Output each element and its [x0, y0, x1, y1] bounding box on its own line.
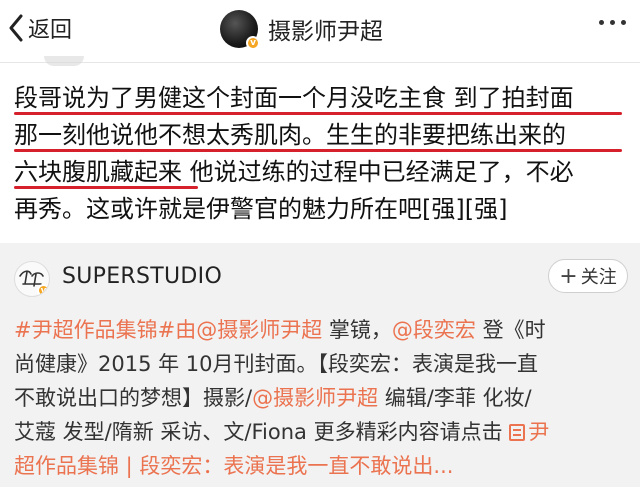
- highlight-underline: [14, 149, 622, 152]
- article-link-text: 尹: [528, 420, 550, 444]
- repost-text-span: 尚健康》2015 年 10月刊封面。【段奕宏：表演是我一直: [14, 352, 539, 376]
- post-line-text: 段哥说为了男健这个封面一个月没吃主食 到了拍封面: [14, 84, 574, 112]
- repost-line: 艾蔻 发型/隋新 采访、文/Fiona 更多精彩内容请点击 尹: [14, 415, 628, 449]
- repost-text-span: 编辑/李菲 化妆/: [378, 386, 532, 410]
- post-line: 再秀。这或许就是伊警官的魅力所在吧[强][强]: [14, 191, 630, 228]
- repost-text-span: 登《时: [475, 318, 546, 342]
- verified-badge-icon: v: [37, 284, 49, 296]
- repost-author-name[interactable]: SUPERSTUDIO: [62, 264, 222, 289]
- article-link[interactable]: 尹: [509, 420, 549, 444]
- hashtag-link[interactable]: #由: [158, 318, 197, 342]
- avatar[interactable]: v: [220, 10, 260, 50]
- top-navigation-bar: 返回 v 摄影师尹超: [0, 0, 640, 66]
- article-link-icon: [509, 424, 526, 441]
- follow-button[interactable]: + 关注: [548, 259, 628, 293]
- repost-line: #尹超作品集锦#由@摄影师尹超 掌镜，@段奕宏 登《时: [14, 313, 628, 347]
- repost-text-span: 艾蔻 发型/隋新 采访、文/Fiona 更多精彩内容请点击: [14, 420, 510, 444]
- page-title: 摄影师尹超: [268, 19, 383, 45]
- post-line: 段哥说为了男健这个封面一个月没吃主食 到了拍封面: [14, 80, 630, 117]
- nav-profile[interactable]: v 摄影师尹超: [220, 8, 383, 50]
- post-line-text: 那一刻他说他不想太秀肌肉。生生的非要把练出来的: [14, 121, 566, 149]
- plus-icon: +: [559, 263, 578, 289]
- partial-avatar: [44, 56, 84, 66]
- repost-line: 尚健康》2015 年 10月刊封面。【段奕宏：表演是我一直: [14, 347, 628, 381]
- post-line: 那一刻他说他不想太秀肌肉。生生的非要把练出来的: [14, 117, 630, 154]
- post-line: 六块腹肌藏起来 他说过练的过程中已经满足了，不必: [14, 154, 630, 191]
- follow-label: 关注: [580, 267, 617, 288]
- repost-text: #尹超作品集锦#由@摄影师尹超 掌镜，@段奕宏 登《时 尚健康》2015 年 1…: [14, 313, 628, 483]
- back-button[interactable]: 返回: [8, 13, 72, 43]
- post-line-text: 再秀。这或许就是伊警官的魅力所在吧[强][强]: [14, 195, 508, 223]
- more-options-icon[interactable]: [599, 20, 626, 25]
- repost-text-span: 不敢说出口的梦想】摄影/: [14, 386, 253, 410]
- repost-avatar[interactable]: v: [14, 261, 50, 297]
- repost-line: 不敢说出口的梦想】摄影/@摄影师尹超 编辑/李菲 化妆/: [14, 381, 628, 415]
- verified-badge-icon: v: [246, 36, 260, 50]
- back-label: 返回: [28, 18, 73, 43]
- article-link-text[interactable]: 超作品集锦 | 段奕宏：表演是我一直不敢说出...: [14, 454, 453, 478]
- mention-link[interactable]: @段奕宏: [392, 318, 476, 342]
- post-line-text: 六块腹肌藏起来 他说过练的过程中已经满足了，不必: [14, 158, 574, 186]
- highlight-underline: [14, 186, 198, 189]
- chevron-left-icon: [8, 14, 24, 42]
- mention-link[interactable]: @摄影师尹超: [196, 318, 322, 342]
- repost-text-span: 掌镜，: [322, 318, 392, 342]
- repost-line: 超作品集锦 | 段奕宏：表演是我一直不敢说出...: [14, 449, 628, 483]
- hashtag-link[interactable]: #尹超作品集锦: [14, 318, 158, 342]
- highlight-underline: [14, 112, 622, 115]
- mention-link[interactable]: @摄影师尹超: [252, 386, 378, 410]
- post-body: 段哥说为了男健这个封面一个月没吃主食 到了拍封面 那一刻他说他不想太秀肌肉。生生…: [14, 80, 630, 228]
